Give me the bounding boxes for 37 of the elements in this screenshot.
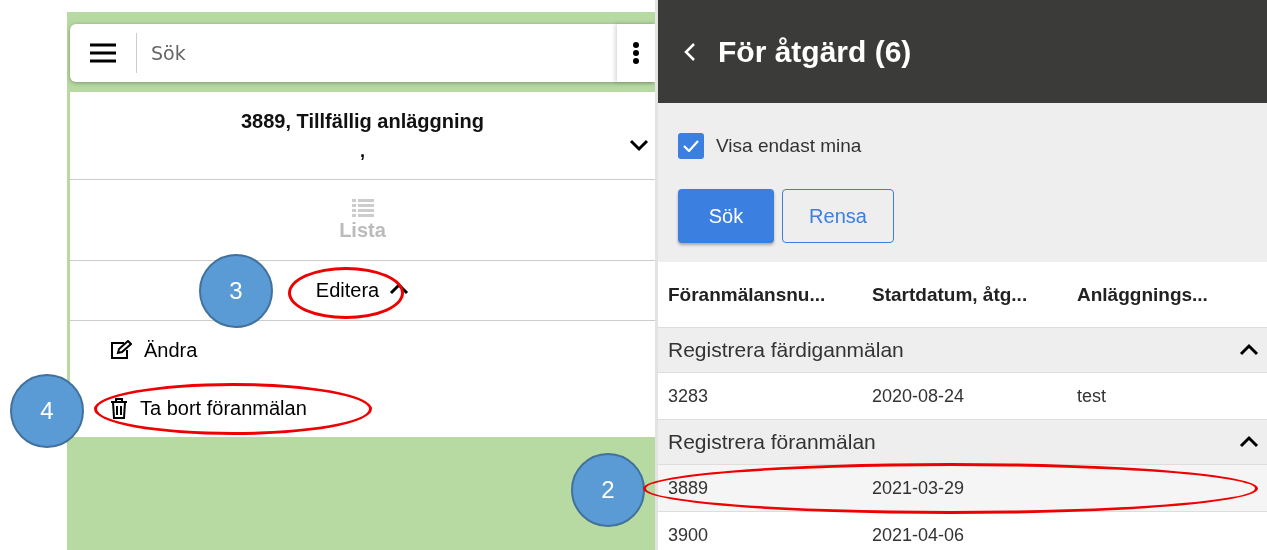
column-header[interactable]: Startdatum, åtg...: [872, 283, 1077, 306]
panel-title: För åtgärd (6): [718, 34, 912, 69]
checkmark-icon: [683, 140, 699, 152]
record-title: 3889, Tillfällig anläggning: [241, 109, 484, 133]
table-cell-text: 3900: [668, 524, 710, 546]
group-title: Registrera färdiganmälan: [668, 338, 904, 362]
column-header[interactable]: Föranmälansnu...: [668, 283, 872, 306]
more-icon[interactable]: [633, 42, 639, 64]
search-input[interactable]: Sök: [137, 42, 617, 64]
group-title: Registrera föranmälan: [668, 430, 876, 454]
group-header[interactable]: Registrera färdiganmälan: [658, 328, 1267, 373]
edit-icon: [110, 340, 132, 360]
table-cell-text: test: [1077, 385, 1107, 407]
delete-menu-item[interactable]: Ta bort föranmälan: [140, 396, 307, 420]
edit-menu-item[interactable]: Ändra: [144, 338, 198, 362]
checkbox-label[interactable]: Visa endast mina: [716, 135, 862, 157]
table-cell-text: 2021-04-06: [872, 524, 966, 546]
back-icon[interactable]: [684, 41, 696, 62]
checkbox[interactable]: [678, 133, 704, 159]
chevron-up-icon[interactable]: [1239, 435, 1259, 449]
callout-badge: 4: [10, 374, 84, 448]
table-cell-text: 3889: [668, 477, 710, 499]
record-subtitle: ,: [360, 140, 365, 162]
table-cell-text: 2021-03-29: [872, 477, 966, 499]
column-header[interactable]: Anläggnings...: [1077, 283, 1267, 306]
search-button[interactable]: Sök: [678, 189, 774, 243]
chevron-down-icon[interactable]: [629, 138, 649, 152]
chevron-up-icon[interactable]: [1239, 343, 1259, 357]
menu-icon[interactable]: [90, 43, 116, 63]
trash-icon: [110, 397, 128, 419]
group-header[interactable]: Registrera föranmälan: [658, 420, 1267, 465]
table-cell-text: 3283: [668, 385, 710, 407]
search-field[interactable]: Sök: [70, 24, 655, 82]
table-row[interactable]: 3900 2021-04-06: [658, 512, 1267, 550]
edit-section-toggle[interactable]: Editera: [315, 279, 380, 302]
table-cell-text: 2020-08-24: [872, 385, 966, 407]
table-row[interactable]: 3889 2021-03-29: [658, 465, 1267, 512]
